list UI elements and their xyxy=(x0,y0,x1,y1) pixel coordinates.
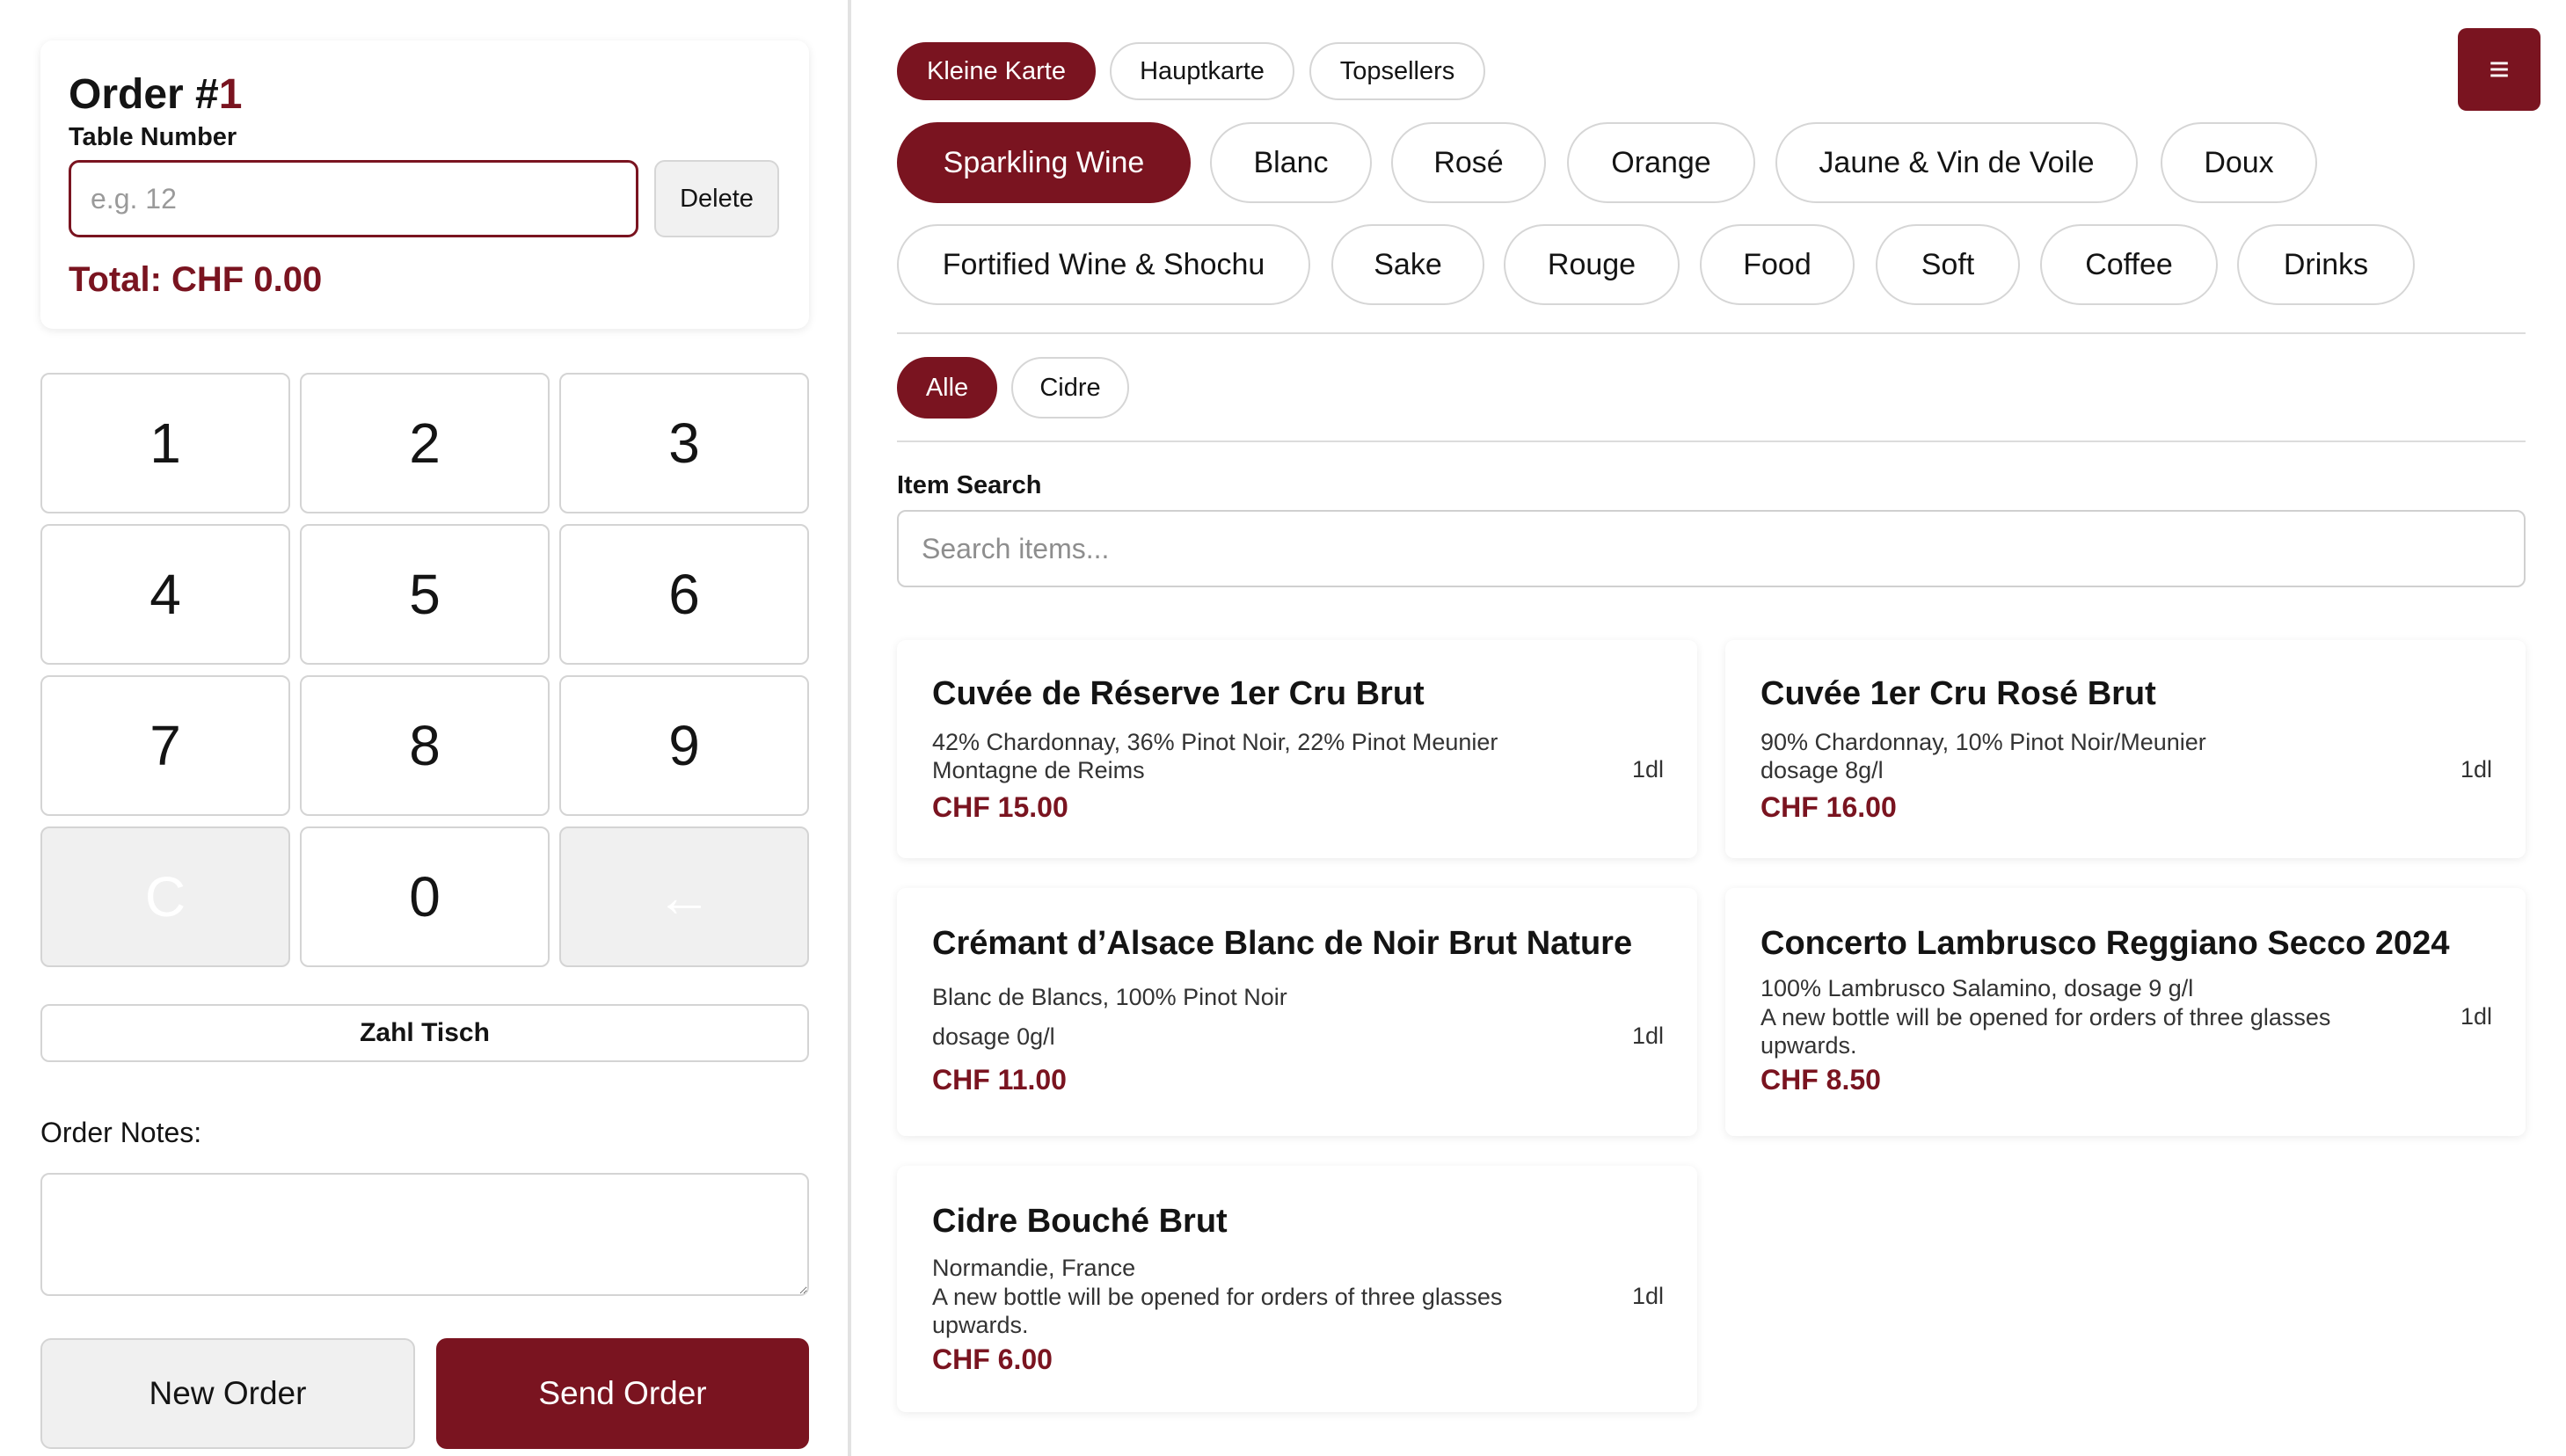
subcategory-alle[interactable]: Alle xyxy=(897,357,997,419)
item-description: 100% Lambrusco Salamino, dosage 9 g/l xyxy=(1760,975,2194,1001)
category-fortified-wine-shochu[interactable]: Fortified Wine & Shochu xyxy=(897,224,1310,305)
menu-tab-topsellers[interactable]: Topsellers xyxy=(1309,42,1485,100)
item-description: 42% Chardonnay, 36% Pinot Noir, 22% Pino… xyxy=(932,729,1498,755)
menu-item-card[interactable]: Concerto Lambrusco Reggiano Secco 2024 1… xyxy=(1725,888,2526,1136)
subcategory-cidre[interactable]: Cidre xyxy=(1011,357,1129,419)
category-food[interactable]: Food xyxy=(1700,224,1855,305)
category-drinks[interactable]: Drinks xyxy=(2237,224,2415,305)
menu-item-card[interactable]: Crémant d’Alsace Blanc de Noir Brut Natu… xyxy=(897,888,1697,1136)
category-coffee[interactable]: Coffee xyxy=(2040,224,2218,305)
category-blanc[interactable]: Blanc xyxy=(1210,122,1372,203)
item-price: CHF 15.00 xyxy=(932,791,1068,823)
item-search-label: Item Search xyxy=(897,471,1042,499)
zahl-tisch-button[interactable]: Zahl Tisch xyxy=(40,1004,809,1062)
order-number: 1 xyxy=(218,71,243,118)
order-notes-label: Order Notes: xyxy=(40,1117,202,1148)
menu-item-card[interactable]: Cuvée 1er Cru Rosé Brut 90% Chardonnay, … xyxy=(1725,640,2526,858)
item-description: Normandie, France xyxy=(932,1255,1136,1281)
category-rouge[interactable]: Rouge xyxy=(1504,224,1680,305)
key-1[interactable]: 1 xyxy=(40,373,290,513)
item-name: Crémant d’Alsace Blanc de Noir Brut Natu… xyxy=(932,925,1633,962)
item-name: Cuvée 1er Cru Rosé Brut xyxy=(1760,675,2156,712)
item-price: CHF 6.00 xyxy=(932,1343,1053,1375)
item-size: 1dl xyxy=(1631,1283,1664,1309)
item-size: 1dl xyxy=(1631,1023,1664,1049)
category-doux[interactable]: Doux xyxy=(2161,122,2317,203)
clear-key[interactable]: C xyxy=(40,826,290,967)
menu-tab-hauptkarte[interactable]: Hauptkarte xyxy=(1110,42,1294,100)
divider xyxy=(897,332,2526,334)
item-name: Cidre Bouché Brut xyxy=(932,1203,1228,1240)
menu-tab-kleine-karte[interactable]: Kleine Karte xyxy=(897,42,1096,100)
order-panel: Order #1 Table Number Delete Total: CHF … xyxy=(0,0,851,1456)
send-order-button[interactable]: Send Order xyxy=(436,1338,809,1449)
item-price: CHF 16.00 xyxy=(1760,791,1897,823)
item-description: dosage 8g/l xyxy=(1760,757,1884,783)
key-3[interactable]: 3 xyxy=(559,373,809,513)
item-description: upwards. xyxy=(1760,1032,1857,1059)
key-7[interactable]: 7 xyxy=(40,675,290,816)
order-summary-card: Order #1 Table Number Delete Total: CHF … xyxy=(40,40,809,329)
delete-button[interactable]: Delete xyxy=(654,160,779,237)
order-title: Order #1 xyxy=(69,71,243,118)
key-0[interactable]: 0 xyxy=(300,826,550,967)
order-total: Total: CHF 0.00 xyxy=(69,260,323,299)
item-description: Montagne de Reims xyxy=(932,757,1145,783)
key-9[interactable]: 9 xyxy=(559,675,809,816)
item-name: Cuvée de Réserve 1er Cru Brut xyxy=(932,675,1425,712)
key-5[interactable]: 5 xyxy=(300,524,550,665)
category-sake[interactable]: Sake xyxy=(1331,224,1484,305)
category-jaune-vin-de-voile[interactable]: Jaune & Vin de Voile xyxy=(1775,122,2138,203)
table-number-input[interactable] xyxy=(69,160,638,237)
item-price: CHF 11.00 xyxy=(932,1064,1067,1096)
item-description: dosage 0g/l xyxy=(932,1023,1055,1050)
menu-item-card[interactable]: Cuvée de Réserve 1er Cru Brut 42% Chardo… xyxy=(897,640,1697,858)
item-description: A new bottle will be opened for orders o… xyxy=(932,1284,1503,1310)
category-soft[interactable]: Soft xyxy=(1876,224,2020,305)
category-rose[interactable]: Rosé xyxy=(1391,122,1546,203)
item-size: 1dl xyxy=(2460,1003,2492,1030)
item-size: 1dl xyxy=(1631,756,1664,783)
key-6[interactable]: 6 xyxy=(559,524,809,665)
order-notes-input[interactable] xyxy=(40,1173,809,1296)
item-search-input[interactable] xyxy=(897,510,2526,587)
category-orange[interactable]: Orange xyxy=(1567,122,1755,203)
menu-item-card[interactable]: Cidre Bouché Brut Normandie, France A ne… xyxy=(897,1166,1697,1412)
divider xyxy=(897,440,2526,442)
key-8[interactable]: 8 xyxy=(300,675,550,816)
category-sparkling-wine[interactable]: Sparkling Wine xyxy=(897,122,1191,203)
new-order-button[interactable]: New Order xyxy=(40,1338,415,1449)
key-4[interactable]: 4 xyxy=(40,524,290,665)
menu-panel: Kleine Karte Hauptkarte Topsellers ≡ Spa… xyxy=(855,0,2566,1456)
item-name: Concerto Lambrusco Reggiano Secco 2024 xyxy=(1760,925,2450,962)
item-description: Blanc de Blancs, 100% Pinot Noir xyxy=(932,984,1287,1010)
key-2[interactable]: 2 xyxy=(300,373,550,513)
backspace-key[interactable]: ← xyxy=(559,826,809,967)
item-description: A new bottle will be opened for orders o… xyxy=(1760,1004,2331,1030)
numeric-keypad: 1 2 3 4 5 6 7 8 9 C 0 ← xyxy=(40,373,809,967)
item-description: 90% Chardonnay, 10% Pinot Noir/Meunier xyxy=(1760,729,2206,755)
hamburger-menu-icon[interactable]: ≡ xyxy=(2458,28,2540,111)
item-price: CHF 8.50 xyxy=(1760,1064,1881,1096)
item-description: upwards. xyxy=(932,1312,1029,1338)
item-size: 1dl xyxy=(2460,756,2492,783)
table-number-label: Table Number xyxy=(69,123,237,151)
